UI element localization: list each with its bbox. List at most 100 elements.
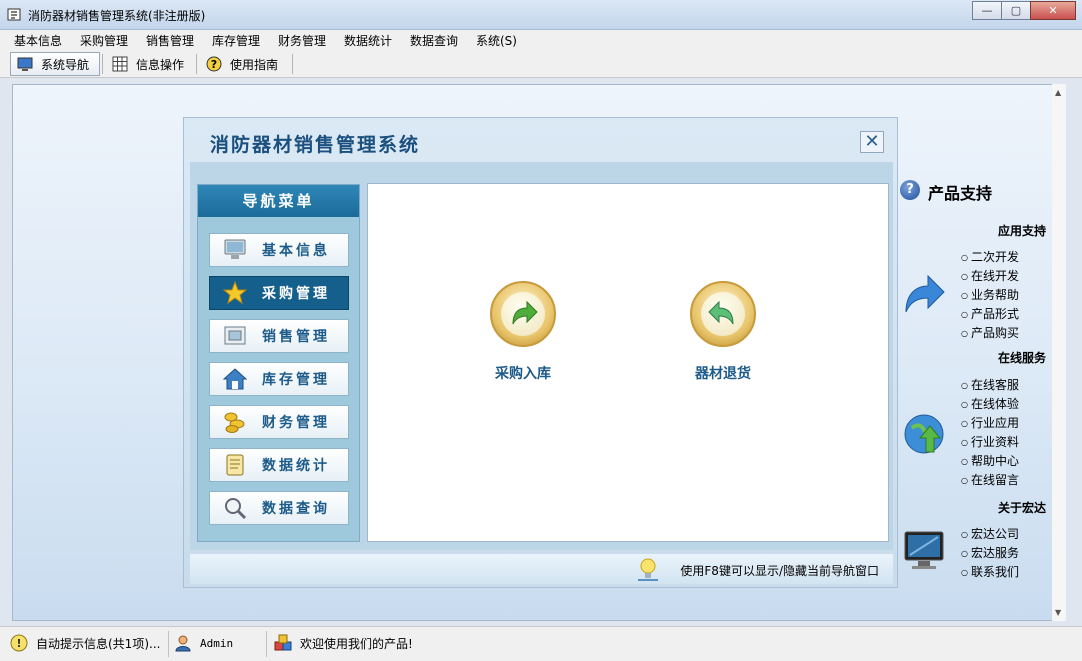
menu-system[interactable]: 系统(S) (476, 32, 517, 49)
star-icon (222, 280, 248, 305)
support-section-title: 在线服务 (997, 351, 1046, 365)
window-title: 消防器材销售管理系统(非注册版) (28, 9, 206, 23)
support-link[interactable]: 帮助中心 (961, 452, 1019, 469)
nav-item-finance[interactable]: 财务管理 (209, 405, 349, 439)
nav-menu-header: 导航菜单 (198, 185, 359, 217)
computer-icon (224, 239, 246, 259)
support-link[interactable]: 宏达服务 (961, 544, 1019, 561)
arrow-back-icon (690, 281, 756, 347)
support-link[interactable]: 行业应用 (961, 414, 1019, 431)
nav-item-label: 采购管理 (262, 286, 330, 302)
scroll-up-icon[interactable]: ▲ (1055, 88, 1061, 97)
scroll-down-icon[interactable]: ▼ (1055, 608, 1061, 617)
menu-inventory[interactable]: 库存管理 (212, 32, 260, 49)
coins-icon (224, 412, 245, 433)
forward-arrow-icon (905, 274, 945, 313)
tab-label: 信息操作 (136, 57, 185, 72)
nav-item-sales[interactable]: 销售管理 (209, 319, 349, 353)
menu-query[interactable]: 数据查询 (410, 32, 458, 49)
nav-item-label: 数据统计 (262, 458, 330, 474)
support-link[interactable]: 二次开发 (961, 248, 1019, 265)
nav-close-button[interactable]: ✕ (860, 131, 884, 153)
monitor-icon (904, 531, 944, 569)
menu-sales[interactable]: 销售管理 (146, 32, 194, 49)
minimize-icon: — (981, 4, 993, 17)
support-link[interactable]: 产品形式 (961, 305, 1019, 322)
sales-icon (224, 326, 246, 345)
status-user: Admin (174, 634, 233, 652)
status-tips[interactable]: ! 自动提示信息(共1项)... (10, 634, 160, 652)
toolbar-divider (292, 54, 293, 74)
navigation-window: 消防器材销售管理系统 ✕ 导航菜单 基本信息 采购管理 销售管理 库存管理 财务… (183, 117, 898, 588)
toolbar-divider (196, 54, 197, 74)
nav-item-label: 库存管理 (262, 372, 330, 388)
support-link[interactable]: 行业资料 (961, 433, 1019, 450)
svg-text:?: ? (211, 58, 217, 71)
arrow-forward-icon (490, 281, 556, 347)
support-link[interactable]: 在线留言 (961, 471, 1019, 488)
close-icon: ✕ (864, 131, 880, 152)
help-icon: ? (206, 56, 222, 72)
menu-purchase[interactable]: 采购管理 (80, 32, 128, 49)
magnifier-icon (225, 498, 247, 520)
tab-label: 使用指南 (230, 57, 279, 72)
nav-window-title: 消防器材销售管理系统 (210, 134, 421, 156)
nav-hint-bar: 使用F8键可以显示/隐藏当前导航窗口 (190, 554, 893, 584)
maximize-button[interactable]: ▢ (1001, 1, 1031, 20)
nav-item-inventory[interactable]: 库存管理 (209, 362, 349, 396)
status-bar: ! 自动提示信息(共1项)... Admin 欢迎使用我们的产品! (0, 626, 1082, 661)
user-icon (175, 635, 191, 652)
nav-item-statistics[interactable]: 数据统计 (209, 448, 349, 482)
support-link[interactable]: 业务帮助 (961, 286, 1019, 303)
close-button[interactable]: ✕ (1030, 1, 1076, 20)
menu-statistics[interactable]: 数据统计 (344, 32, 392, 49)
title-bar: 消防器材销售管理系统(非注册版) — ▢ ✕ (0, 0, 1082, 30)
function-purchase-inbound[interactable]: 采购入库 (473, 281, 573, 383)
menu-finance[interactable]: 财务管理 (278, 32, 326, 49)
bulb-warning-icon: ! (10, 634, 28, 652)
nav-menu-panel: 导航菜单 基本信息 采购管理 销售管理 库存管理 财务管理 数据统计 数据查询 (197, 184, 360, 542)
nav-hint-text: 使用F8键可以显示/隐藏当前导航窗口 (680, 564, 879, 578)
product-support-panel: ? 产品支持 应用支持 二次开发 在线开发 业务帮助 产品形式 产品购买 在线服… (898, 176, 1056, 596)
tab-system-nav[interactable]: 系统导航 (10, 52, 100, 76)
nav-item-label: 财务管理 (262, 415, 330, 431)
support-title: 产品支持 (928, 184, 993, 203)
nav-item-label: 销售管理 (262, 329, 330, 345)
support-section-title: 应用支持 (997, 224, 1046, 238)
grid-icon (112, 56, 128, 72)
status-username: Admin (200, 636, 234, 650)
nav-item-query[interactable]: 数据查询 (209, 491, 349, 525)
app-icon (7, 8, 21, 21)
close-icon: ✕ (1048, 4, 1058, 17)
function-label: 采购入库 (495, 366, 551, 382)
support-link[interactable]: 在线开发 (961, 267, 1019, 284)
tab-user-guide[interactable]: ? 使用指南 (200, 52, 284, 76)
support-link[interactable]: 产品购买 (961, 324, 1019, 341)
nav-item-basic-info[interactable]: 基本信息 (209, 233, 349, 267)
support-link[interactable]: 联系我们 (961, 563, 1019, 580)
function-panel: 采购入库 器材退货 (367, 183, 889, 542)
support-link[interactable]: 在线体验 (961, 395, 1019, 412)
support-section-title: 关于宏达 (997, 501, 1046, 515)
menu-basic-info[interactable]: 基本信息 (14, 32, 62, 49)
nav-item-purchase[interactable]: 采购管理 (209, 276, 349, 310)
function-equipment-return[interactable]: 器材退货 (673, 281, 773, 383)
menu-bar: 基本信息 采购管理 销售管理 库存管理 财务管理 数据统计 数据查询 系统(S) (0, 30, 1082, 50)
support-link[interactable]: 在线客服 (961, 376, 1019, 393)
nav-item-label: 数据查询 (262, 501, 330, 517)
status-divider (168, 631, 169, 657)
status-welcome-text: 欢迎使用我们的产品! (300, 636, 413, 651)
support-link[interactable]: 宏达公司 (961, 525, 1019, 542)
nav-item-label: 基本信息 (262, 243, 330, 259)
toolbar: 系统导航 信息操作 ? 使用指南 (0, 50, 1082, 78)
scroll-document-icon (226, 454, 244, 476)
status-tips-text: 自动提示信息(共1项)... (36, 636, 161, 651)
lightbulb-icon (638, 558, 658, 581)
home-icon (222, 368, 248, 390)
minimize-button[interactable]: — (972, 1, 1002, 20)
tab-info-operation[interactable]: 信息操作 (106, 52, 190, 76)
monitor-icon (17, 57, 33, 71)
maximize-icon: ▢ (1010, 4, 1022, 17)
question-icon: ? (900, 180, 920, 200)
cubes-icon (274, 634, 292, 651)
